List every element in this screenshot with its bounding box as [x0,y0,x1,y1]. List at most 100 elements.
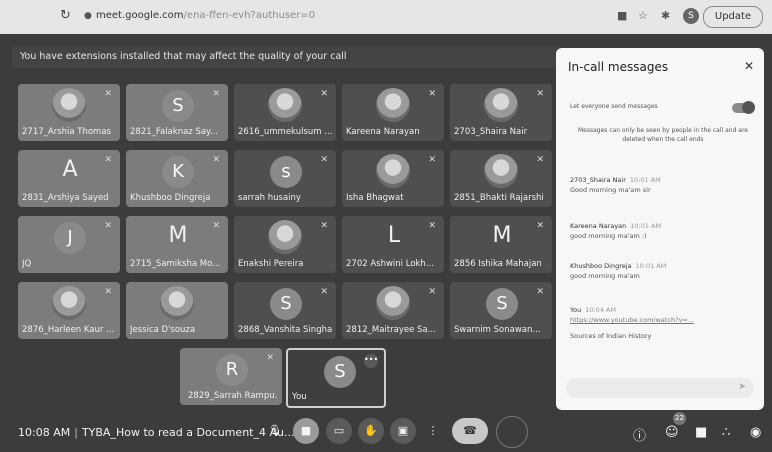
participant-tile[interactable]: S ✕ 2868_Vanshita Singhai [234,282,336,339]
participant-tile[interactable]: R ✕ 2829_Sarrah Rampu... [180,348,282,405]
message-sender: Kareena Narayan [570,222,627,230]
mic-off-icon: ✕ [320,155,328,165]
participant-photo [52,88,86,122]
participant-tile[interactable]: J ✕ JQ [18,216,120,273]
camera-off-icon[interactable]: ■ [293,418,319,444]
self-tile[interactable]: S ••• You [286,348,386,408]
participants-count-badge: 22 [673,412,686,425]
participant-tile[interactable]: L ✕ 2702 Ashwini Lokh... [342,216,444,273]
participant-tile[interactable]: ✕ 2876_Harleen Kaur ... [18,282,120,339]
present-screen-icon[interactable]: ▣ [390,418,416,444]
participant-name: 2715_Samiksha Mo... [130,259,221,269]
reload-icon[interactable]: ↻ [60,8,71,23]
participant-name: Enakshi Pereira [238,259,304,269]
participant-tile[interactable]: ✕ 2812_Maitrayee Sa... [342,282,444,339]
message-text: Sources of Indian History [570,332,652,340]
extensions-warning-banner: You have extensions installed that may a… [12,46,560,68]
browser-toolbar: ↻ ● meet.google.com/ena-ffen-evh?authuse… [0,0,772,35]
close-icon[interactable]: ✕ [744,59,754,73]
participant-name: 2717_Arshia Thomas [22,127,111,137]
mic-off-icon: ✕ [428,89,436,99]
chat-input[interactable]: ➤ [566,378,754,398]
participant-photo [268,220,302,254]
chat-message: Khushboo Dingreja 10:01 AM good morning m… [570,262,756,280]
mic-off-icon: ✕ [536,287,544,297]
people-icon[interactable]: ☺ [665,425,679,440]
participant-tile[interactable]: s ✕ sarrah husainy [234,150,336,207]
mic-off-icon: ✕ [428,155,436,165]
participant-tile[interactable]: ✕ 2616_ummekulsum ... [234,84,336,141]
participant-name: 2616_ummekulsum ... [238,127,332,137]
participant-name: 2812_Maitrayee Sa... [346,325,436,335]
send-icon[interactable]: ➤ [738,382,746,392]
participant-tile[interactable]: Jessica D'souza [126,282,228,339]
activities-icon[interactable]: ∴ [722,425,730,440]
message-link[interactable]: https://www.youtube.com/watch?v=... [570,316,756,324]
message-time: 10:01 AM [629,176,661,184]
participant-tile[interactable]: ✕ Enakshi Pereira [234,216,336,273]
participant-avatar: J [54,222,86,254]
chat-icon[interactable]: ■ [695,425,707,440]
camera-icon[interactable]: ■ [617,9,627,22]
leave-call-button[interactable]: ☎ [452,418,488,444]
participant-photo [268,88,302,122]
participant-name: You [292,392,307,402]
chat-message: You 10:04 AM https://www.youtube.com/watc… [570,306,756,340]
participant-avatar: S [486,288,518,320]
participant-photo [52,286,86,320]
message-text: good morning ma'am :) [570,232,647,240]
update-button[interactable]: Update [703,6,763,28]
mic-off-icon: ✕ [212,155,220,165]
mic-icon[interactable]: 🎙 [262,418,288,444]
participant-tile[interactable]: M ✕ 2856 Ishika Mahajan [450,216,552,273]
participant-tile[interactable]: K ✕ Khushboo Dingreja [126,150,228,207]
star-icon[interactable]: ☆ [638,9,648,22]
host-controls-icon[interactable]: ◉ [750,425,761,440]
mic-off-icon: ✕ [104,287,112,297]
mic-off-icon: ✕ [320,221,328,231]
extra-control-button[interactable] [496,416,528,448]
url-path: /ena-ffen-evh?authuser=0 [183,10,316,21]
mic-off-icon: ✕ [536,155,544,165]
participant-photo [484,88,518,122]
participant-photo [376,154,410,188]
participant-tile[interactable]: M ✕ 2715_Samiksha Mo... [126,216,228,273]
participant-name: Khushboo Dingreja [130,193,211,203]
message-time: 10:01 AM [630,222,662,230]
participant-tile[interactable]: S ✕ Swarnim Sonawan... [450,282,552,339]
mic-off-icon: ✕ [104,221,112,231]
more-options-icon[interactable]: ⋮ [420,418,446,444]
participant-tile[interactable]: A ✕ 2831_Arshiya Sayed [18,150,120,207]
participant-name: sarrah husainy [238,193,301,203]
participant-tile[interactable]: ✕ 2703_Shaira Nair [450,84,552,141]
participant-name: 2702 Ashwini Lokh... [346,259,434,269]
participant-avatar: R [216,354,248,386]
allow-messages-toggle[interactable] [732,101,755,114]
raise-hand-icon[interactable]: ✋ [358,418,384,444]
mic-off-icon: ✕ [212,89,220,99]
mic-off-icon: ✕ [320,89,328,99]
participant-name: 2821_Falaknaz Say... [130,127,218,137]
captions-icon[interactable]: ▭ [326,418,352,444]
extensions-icon[interactable]: ✱ [661,9,670,22]
chat-message: 2703_Shaira Nair 10:01 AM Good morning ma… [570,176,756,194]
message-time: 10:01 AM [635,262,667,270]
participant-photo [376,286,410,320]
clock-time: 10:08 AM [18,426,71,439]
address-bar[interactable]: meet.google.com/ena-ffen-evh?authuser=0 [96,10,315,21]
participant-name: 2868_Vanshita Singhai [238,325,332,335]
participant-name: 2856 Ishika Mahajan [454,259,542,269]
more-options-icon[interactable]: ••• [364,354,378,368]
participant-tile[interactable]: ✕ 2717_Arshia Thomas [18,84,120,141]
meet-stage: You have extensions installed that may a… [0,34,772,452]
lock-icon[interactable]: ● [84,11,92,21]
participant-tile[interactable]: ✕ Kareena Narayan [342,84,444,141]
info-icon[interactable]: ⓘ [633,425,646,444]
participant-tile[interactable]: ✕ Isha Bhagwat [342,150,444,207]
chat-message: Kareena Narayan 10:01 AM good morning ma'… [570,222,756,240]
participant-tile[interactable]: ✕ 2851_Bhakti Rajarshi [450,150,552,207]
participant-avatar: S [270,288,302,320]
toggle-label: Let everyone send messages [570,103,658,110]
profile-avatar[interactable]: S [683,8,699,24]
participant-tile[interactable]: S ✕ 2821_Falaknaz Say... [126,84,228,141]
